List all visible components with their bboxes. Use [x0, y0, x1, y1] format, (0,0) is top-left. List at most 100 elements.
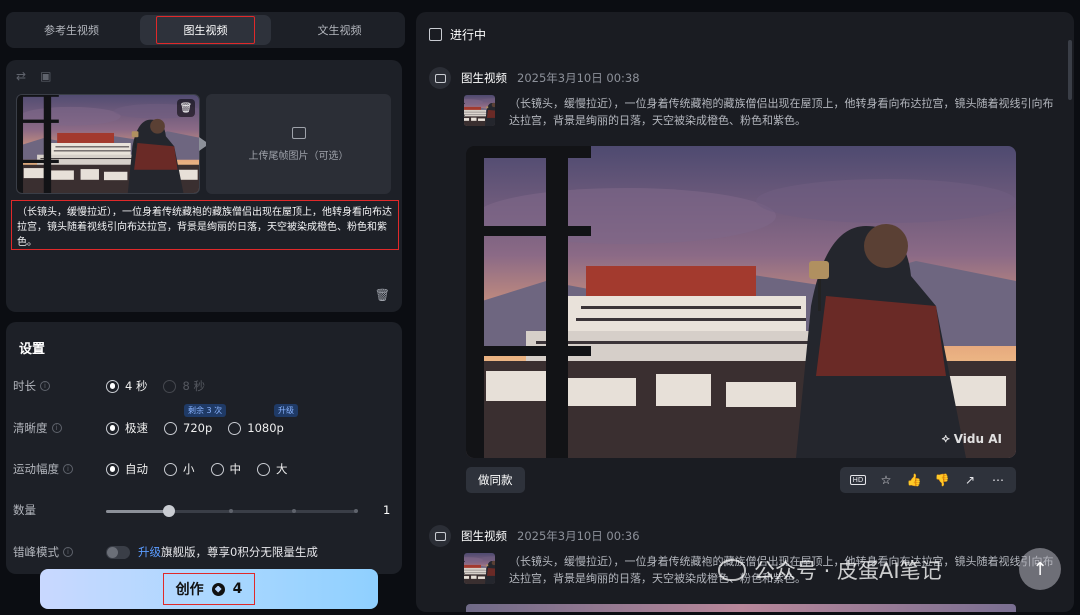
in-progress-filter[interactable]: 进行中 — [429, 26, 486, 43]
upgrade-badge[interactable]: 升级 — [274, 404, 298, 417]
action-icon-bar: HD ☆ 👍 👎 ↗ ⋯ — [840, 467, 1016, 493]
task-thumbnail[interactable] — [464, 95, 495, 126]
prompt-input[interactable]: （长镜头，缓慢拉近），一位身着传统藏袍的藏族僧侣出现在屋顶上，他转身看向布达拉宫… — [11, 200, 399, 250]
video-preview-partial[interactable] — [466, 604, 1016, 612]
motion-option-small[interactable]: 小 — [164, 461, 195, 477]
vidu-watermark: ⟡ Vidu AI — [942, 431, 1002, 446]
slider-tick — [354, 509, 358, 513]
mode-tabs: 参考生视频 图生视频 文生视频 — [6, 12, 405, 48]
quality-option-label: 720p — [183, 421, 213, 435]
start-frame-thumbnail[interactable]: 🗑 — [16, 94, 200, 194]
duration-label: 时长 — [13, 379, 36, 393]
motion-option-medium[interactable]: 中 — [210, 461, 242, 477]
vidu-logo-icon: ⟡ — [941, 431, 950, 445]
end-frame-upload[interactable]: 上传尾帧图片（可选） — [206, 94, 391, 194]
duration-label-wrap: 时长 i — [13, 378, 106, 394]
radio-icon — [106, 421, 119, 435]
quality-label: 清晰度 — [13, 421, 48, 435]
swap-icon[interactable]: ⇄ — [16, 69, 26, 83]
quality-option-fast[interactable]: 极速 — [106, 420, 148, 436]
offpeak-label-wrap: 错峰模式 i — [13, 544, 106, 560]
duration-row: 时长 i 4 秒 8 秒 — [13, 376, 221, 396]
quality-option-1080p[interactable]: 1080p — [228, 421, 284, 435]
radio-icon — [164, 421, 177, 435]
task-type: 图生视频 — [461, 529, 507, 543]
share-icon[interactable]: ↗ — [961, 471, 979, 489]
task-prompt: （长镜头，缓慢拉近），一位身着传统藏袍的藏族僧侣出现在屋顶上，他转身看向布达拉宫… — [509, 97, 1054, 127]
motion-option-large[interactable]: 大 — [257, 461, 288, 477]
motion-option-label: 中 — [229, 462, 242, 476]
offpeak-text: 旗舰版，尊享0积分无限量生成 — [161, 545, 318, 559]
motion-option-label: 自动 — [125, 462, 148, 476]
info-icon[interactable]: i — [63, 464, 73, 474]
offpeak-upgrade-link[interactable]: 升级 — [138, 544, 161, 560]
wechat-watermark: 公众号 · 皮蛋AI笔记 — [718, 555, 942, 585]
radio-icon — [210, 462, 224, 476]
task-time: 2025年3月10日 00:38 — [517, 71, 640, 85]
video-preview[interactable]: ⟡ Vidu AI — [466, 146, 1016, 458]
filter-label: 进行中 — [450, 28, 487, 42]
motion-row: 运动幅度 i 自动 小 中 大 — [13, 459, 304, 479]
left-panel: 参考生视频 图生视频 文生视频 ⇄ ▣ 🗑 上传尾帧图片（可选） （长镜头，缓慢… — [0, 0, 410, 615]
delete-frame-icon[interactable]: 🗑 — [177, 99, 195, 117]
duration-option-label: 4 秒 — [125, 379, 148, 393]
video-icon — [429, 525, 451, 547]
star-icon[interactable]: ☆ — [877, 471, 895, 489]
radio-icon — [257, 462, 270, 476]
checkbox-icon[interactable] — [429, 28, 442, 41]
radio-icon — [106, 462, 119, 476]
more-icon[interactable]: ⋯ — [989, 471, 1007, 489]
tab-image-to-video[interactable]: 图生视频 — [140, 15, 271, 45]
radio-icon — [163, 379, 177, 393]
task-thumbnail[interactable] — [464, 553, 495, 584]
tool-icons: ⇄ ▣ — [16, 69, 51, 83]
duration-option-8s[interactable]: 8 秒 — [163, 378, 205, 394]
motion-option-auto[interactable]: 自动 — [106, 461, 148, 477]
task-item: 图生视频 2025年3月10日 00:38 （长镜头，缓慢拉近），一位身着传统藏… — [429, 67, 1059, 129]
slider-tick — [291, 509, 296, 513]
motion-option-label: 大 — [276, 462, 288, 476]
make-same-button[interactable]: 做同款 — [466, 467, 525, 493]
settings-card: 设置 — [6, 322, 402, 574]
remaining-badge: 剩余 3 次 — [184, 404, 227, 417]
tab-text-to-video[interactable]: 文生视频 — [274, 12, 405, 48]
slider-handle[interactable] — [162, 505, 175, 517]
duration-option-4s[interactable]: 4 秒 — [106, 378, 147, 394]
radio-icon — [228, 421, 242, 435]
slider-tick — [229, 509, 233, 513]
watermark-text: Vidu AI — [953, 431, 1002, 446]
trash-icon[interactable]: 🗑 — [375, 288, 390, 302]
count-row: 数量 — [13, 500, 106, 520]
create-label: 创作 — [175, 582, 204, 598]
quality-option-label: 极速 — [125, 421, 148, 435]
count-slider[interactable] — [106, 505, 358, 517]
crop-icon[interactable]: ▣ — [40, 69, 51, 83]
scroll-top-button[interactable]: ↑ — [1019, 548, 1061, 590]
offpeak-toggle[interactable] — [106, 545, 130, 559]
tab-reference-video[interactable]: 参考生视频 — [6, 12, 137, 48]
info-icon[interactable]: i — [40, 381, 50, 391]
credit-icon — [211, 582, 225, 596]
slider-fill — [106, 510, 169, 513]
arrow-up-icon: ↑ — [1032, 558, 1048, 580]
thumbs-up-icon[interactable]: 👍 — [905, 471, 923, 489]
motion-label-wrap: 运动幅度 i — [13, 461, 106, 477]
info-icon[interactable]: i — [51, 423, 62, 433]
scrollbar[interactable] — [1068, 40, 1072, 100]
count-value: 1 — [383, 503, 391, 517]
task-header: 图生视频 2025年3月10日 00:36 — [429, 525, 1059, 547]
create-cost: 4 — [232, 581, 243, 597]
info-icon[interactable]: i — [63, 547, 73, 557]
thumbs-down-icon[interactable]: 👎 — [933, 471, 951, 489]
hd-icon[interactable]: HD — [849, 471, 867, 489]
results-panel: 进行中 图生视频 2025年3月10日 00:38 （长镜头，缓慢拉近），一位身… — [416, 12, 1074, 612]
wechat-watermark-text: 公众号 · 皮蛋AI笔记 — [754, 559, 942, 583]
quality-option-720p[interactable]: 720p — [164, 421, 212, 435]
task-body: （长镜头，缓慢拉近），一位身着传统藏袍的藏族僧侣出现在屋顶上，他转身看向布达拉宫… — [464, 95, 1059, 129]
create-button-inner: 创作 4 — [162, 573, 256, 605]
quality-option-label: 1080p — [247, 421, 284, 435]
count-label: 数量 — [13, 503, 36, 517]
task-header: 图生视频 2025年3月10日 00:38 — [429, 67, 1059, 89]
upload-card: ⇄ ▣ 🗑 上传尾帧图片（可选） （长镜头，缓慢拉近），一位身着传统藏袍的藏族僧… — [6, 60, 402, 312]
create-button[interactable]: 创作 4 — [40, 569, 378, 609]
